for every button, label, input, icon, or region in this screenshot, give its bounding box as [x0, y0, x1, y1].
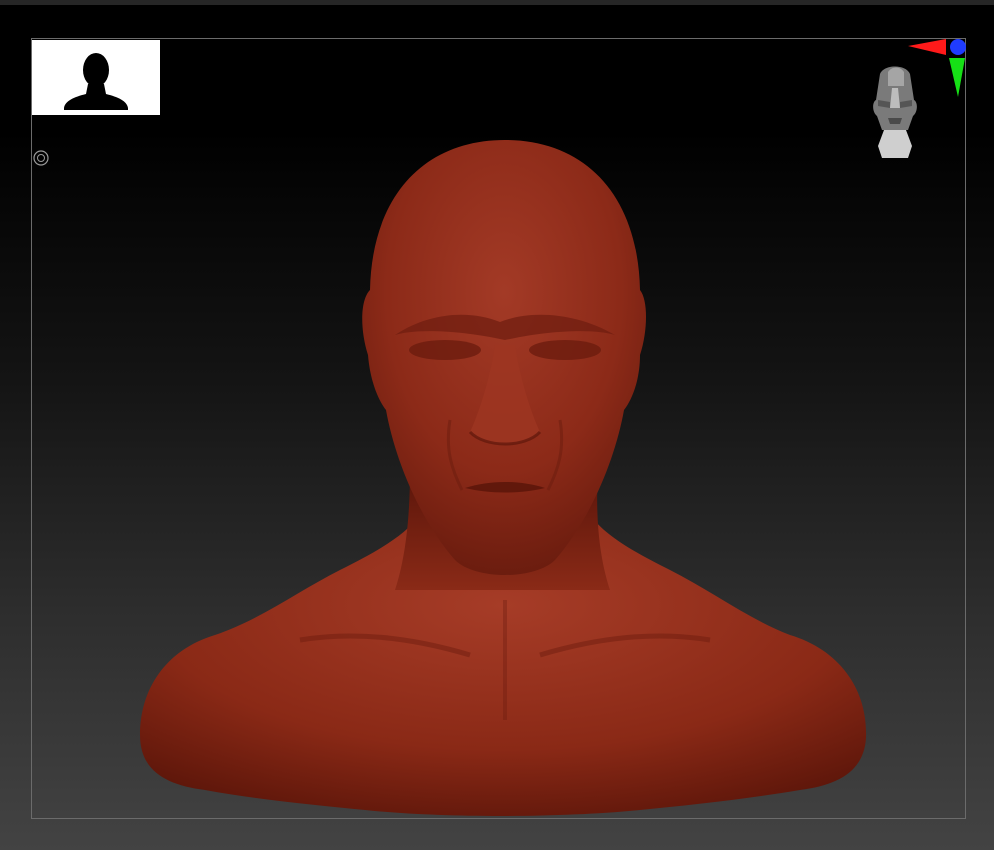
- pivot-target-icon[interactable]: [33, 150, 49, 166]
- sculpt-model-viewport[interactable]: [0, 0, 994, 850]
- navigation-head-icon[interactable]: [866, 60, 924, 164]
- z-axis-dot-icon[interactable]: [948, 37, 968, 61]
- head-silhouette-icon: [64, 53, 128, 110]
- thumbnail-view[interactable]: [32, 40, 160, 115]
- y-axis-arrow-icon[interactable]: [948, 58, 966, 102]
- x-axis-arrow-icon[interactable]: [908, 38, 948, 60]
